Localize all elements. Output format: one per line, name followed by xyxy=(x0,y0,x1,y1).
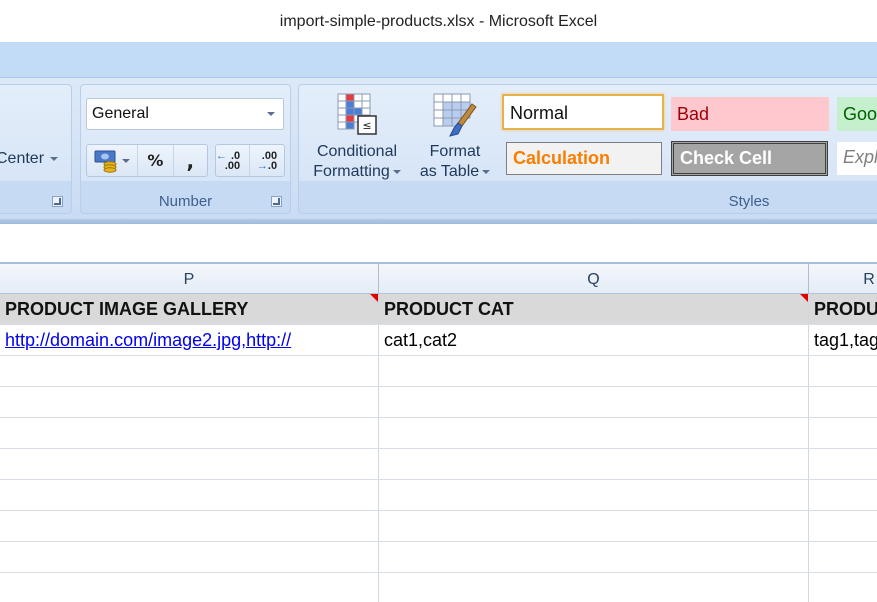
decimal-bottom: .00 xyxy=(224,159,241,172)
comment-indicator-icon xyxy=(370,294,378,302)
ribbon-tab-strip xyxy=(0,42,877,78)
decrease-decimal-button[interactable]: .00 →.0 xyxy=(250,145,284,176)
cell-text: PRODUCT TAGS xyxy=(814,299,877,319)
column-header-q[interactable]: Q xyxy=(379,264,809,293)
empty-cell[interactable] xyxy=(0,480,379,510)
formula-bar-area xyxy=(0,224,877,262)
format-as-table-button[interactable]: Format as Table xyxy=(413,92,497,182)
increase-decimal-icon: ← .0 .00 xyxy=(215,149,241,172)
empty-cell[interactable] xyxy=(809,418,877,448)
cell-p2[interactable]: http://domain.com/image2.jpg,http:// xyxy=(0,325,379,355)
empty-cell[interactable] xyxy=(809,542,877,572)
styles-group-label: Styles xyxy=(728,193,770,210)
cell-style-bad[interactable]: Bad xyxy=(671,97,829,131)
empty-cell[interactable] xyxy=(809,449,877,479)
image-gallery-link[interactable]: http://domain.com/image2.jpg,http:// xyxy=(5,330,291,350)
table-row xyxy=(0,387,877,418)
empty-cell[interactable] xyxy=(379,387,809,417)
merge-and-center-button[interactable]: Center xyxy=(0,146,59,172)
conditional-formatting-button[interactable]: ≤ Conditional Formatting xyxy=(303,92,411,182)
cell-r2[interactable]: tag1,tag2 xyxy=(809,325,877,355)
table-row xyxy=(0,542,877,573)
number-format-select[interactable]: General xyxy=(86,98,284,130)
empty-cell[interactable] xyxy=(809,356,877,386)
empty-cell[interactable] xyxy=(0,449,379,479)
format-as-table-line1: Format xyxy=(429,143,481,160)
decimal-top: .0 xyxy=(230,149,241,162)
conditional-formatting-line2: Formatting xyxy=(313,163,390,180)
empty-cell[interactable] xyxy=(379,449,809,479)
cell-r1[interactable]: PRODUCT TAGS xyxy=(809,294,877,324)
merge-center-label: Center xyxy=(0,150,45,167)
chevron-down-icon xyxy=(122,158,131,163)
chevron-down-icon xyxy=(267,112,275,116)
empty-cell[interactable] xyxy=(809,480,877,510)
increase-decimal-button[interactable]: ← .0 .00 xyxy=(215,145,251,176)
svg-text:≤: ≤ xyxy=(362,119,371,132)
cell-text: PRODUCT IMAGE GALLERY xyxy=(5,299,249,319)
number-format-buttons: % , xyxy=(86,144,208,177)
accounting-format-button[interactable] xyxy=(87,145,139,176)
empty-cell[interactable] xyxy=(809,573,877,602)
decimal-buttons: ← .0 .00 .00 →.0 xyxy=(215,144,285,177)
table-row xyxy=(0,356,877,387)
number-group-label: Number xyxy=(158,193,213,210)
cell-q2[interactable]: cat1,cat2 xyxy=(379,325,809,355)
table-row: PRODUCT IMAGE GALLERY PRODUCT CAT PRODUC… xyxy=(0,294,877,325)
empty-cell[interactable] xyxy=(0,387,379,417)
empty-cell[interactable] xyxy=(0,511,379,541)
chevron-down-icon xyxy=(50,156,59,161)
table-row xyxy=(0,418,877,449)
percent-style-button[interactable]: % xyxy=(138,145,174,176)
table-row xyxy=(0,573,877,602)
empty-cell[interactable] xyxy=(0,573,379,602)
cell-text: PRODUCT CAT xyxy=(384,299,514,319)
conditional-formatting-line1: Conditional xyxy=(316,143,398,160)
format-as-table-line2: as Table xyxy=(419,163,480,180)
empty-cell[interactable] xyxy=(379,418,809,448)
table-row xyxy=(0,480,877,511)
column-header-r[interactable]: R xyxy=(809,264,877,293)
column-header-p[interactable]: P xyxy=(0,264,379,293)
table-row xyxy=(0,449,877,480)
cell-p1[interactable]: PRODUCT IMAGE GALLERY xyxy=(0,294,379,324)
format-as-table-icon xyxy=(433,93,477,137)
comma-style-button[interactable]: , xyxy=(174,145,207,176)
cell-style-calculation[interactable]: Calculation xyxy=(506,142,662,175)
empty-cell[interactable] xyxy=(379,480,809,510)
currency-icon xyxy=(94,150,117,173)
chevron-down-icon xyxy=(392,169,401,174)
number-format-value: General xyxy=(92,105,149,122)
empty-cell[interactable] xyxy=(379,542,809,572)
empty-cell[interactable] xyxy=(0,356,379,386)
decimal-bottom: →.0 xyxy=(256,159,278,172)
empty-cell[interactable] xyxy=(379,511,809,541)
spreadsheet-grid: PRODUCT IMAGE GALLERY PRODUCT CAT PRODUC… xyxy=(0,294,877,602)
cell-q1[interactable]: PRODUCT CAT xyxy=(379,294,809,324)
empty-cell[interactable] xyxy=(0,418,379,448)
empty-cell[interactable] xyxy=(809,387,877,417)
cell-style-explanatory[interactable]: Explanatory... xyxy=(837,142,877,175)
alignment-dialog-launcher-icon[interactable] xyxy=(52,196,63,207)
empty-cell[interactable] xyxy=(379,573,809,602)
column-headers: P Q R xyxy=(0,262,877,294)
cell-style-good[interactable]: Good xyxy=(837,97,877,131)
comment-indicator-icon xyxy=(800,294,808,302)
decrease-decimal-icon: .00 →.0 xyxy=(256,150,278,172)
cell-style-check-cell[interactable]: Check Cell xyxy=(671,141,828,176)
cell-style-normal[interactable]: Normal xyxy=(502,94,664,130)
number-dialog-launcher-icon[interactable] xyxy=(271,196,282,207)
empty-cell[interactable] xyxy=(379,356,809,386)
conditional-formatting-icon: ≤ xyxy=(337,93,377,135)
table-row xyxy=(0,511,877,542)
empty-cell[interactable] xyxy=(0,542,379,572)
empty-cell[interactable] xyxy=(809,511,877,541)
window-title: import-simple-products.xlsx - Microsoft … xyxy=(0,0,877,42)
chevron-down-icon xyxy=(482,169,491,174)
table-row: http://domain.com/image2.jpg,http:// cat… xyxy=(0,325,877,356)
